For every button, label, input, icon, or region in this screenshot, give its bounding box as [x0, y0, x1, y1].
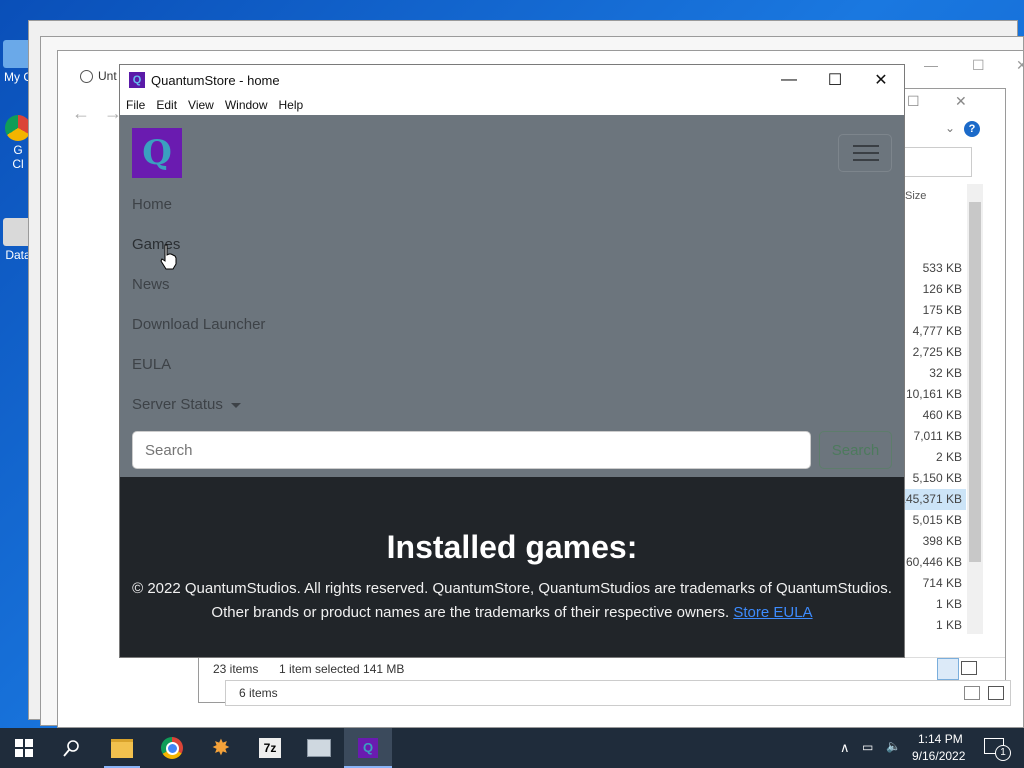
minimize-button[interactable]: —: [766, 65, 812, 95]
details-view-icon[interactable]: [964, 686, 980, 700]
hamburger-menu-button[interactable]: [838, 134, 892, 172]
address-field[interactable]: [904, 147, 972, 177]
maximize-button[interactable]: ☐: [812, 65, 858, 95]
menu-edit[interactable]: Edit: [156, 98, 177, 112]
quantumstore-icon: Q: [358, 738, 378, 758]
tab-title: Unt: [98, 69, 117, 83]
mouse-cursor-hand-icon: [160, 244, 177, 270]
status-bar-2: 6 items: [225, 680, 1011, 706]
status-item-count-2: 6 items: [239, 686, 278, 700]
nav-link-download-launcher[interactable]: Download Launcher: [132, 316, 265, 333]
search-taskbar-button[interactable]: [48, 728, 96, 768]
scrollbar-thumb[interactable]: [969, 202, 981, 562]
hamburger-line: [853, 152, 879, 154]
window-title: QuantumStore - home: [151, 72, 280, 88]
7zip-icon: 7z: [259, 738, 281, 758]
notification-count-badge: 1: [995, 745, 1011, 761]
server-status-dropdown[interactable]: Server Status: [132, 396, 241, 413]
chevron-down-icon[interactable]: ⌄: [945, 121, 955, 135]
close-icon[interactable]: ✕: [1016, 57, 1024, 74]
minimize-icon[interactable]: —: [924, 57, 938, 73]
taskbar: ✸ 7z Q ∧ ▭ 🔈 1:14 PM 9/16/2022 1: [0, 728, 1024, 768]
clock-time[interactable]: 1:14 PM: [918, 732, 963, 746]
logo-letter: Q: [142, 133, 172, 173]
network-app-taskbar-button[interactable]: [295, 728, 343, 768]
quantumstore-taskbar-button[interactable]: Q: [344, 728, 392, 768]
star-app-icon: ✸: [211, 735, 231, 760]
close-icon[interactable]: ✕: [955, 93, 967, 110]
search-icon: [63, 740, 79, 757]
chrome-taskbar-button[interactable]: [148, 728, 196, 768]
brand-logo[interactable]: Q: [132, 128, 182, 178]
chrome-icon: [161, 737, 183, 759]
app-icon: Q: [129, 72, 145, 88]
quantumstore-window: Q QuantumStore - home — ☐ ✕ File Edit Vi…: [119, 64, 905, 658]
search-input[interactable]: [132, 431, 811, 469]
caret-down-icon: [230, 402, 241, 408]
desktop-icon-label: Data: [5, 248, 31, 262]
desktop-icon-label: G Cl: [12, 143, 24, 171]
search-button[interactable]: Search: [819, 431, 892, 469]
title-bar[interactable]: Q QuantumStore - home — ☐ ✕: [120, 65, 904, 95]
globe-icon: [80, 70, 93, 83]
installed-games-heading: Installed games:: [386, 529, 638, 565]
start-button[interactable]: [0, 728, 48, 768]
size-column-header[interactable]: Size: [905, 190, 926, 202]
notification-center-button[interactable]: 1: [984, 738, 1011, 761]
volume-icon[interactable]: 🔈: [886, 739, 901, 753]
clock-date[interactable]: 9/16/2022: [912, 749, 965, 763]
photo-app-taskbar-button[interactable]: ✸: [197, 728, 245, 768]
details-view-icon[interactable]: [937, 658, 959, 680]
footer: © 2022 QuantumStudios. All rights reserv…: [130, 577, 894, 625]
status-item-count: 23 items: [213, 662, 259, 676]
back-arrow-icon[interactable]: ←: [72, 103, 90, 124]
status-bar: 23 items 1 item selected 141 MB: [199, 657, 1005, 680]
file-explorer-taskbar-button[interactable]: [98, 728, 146, 768]
help-icon[interactable]: ?: [964, 121, 980, 137]
maximize-icon[interactable]: ☐: [972, 57, 985, 74]
maximize-icon[interactable]: ☐: [907, 93, 920, 110]
menu-view[interactable]: View: [188, 98, 214, 112]
menu-file[interactable]: File: [126, 98, 145, 112]
store-eula-link[interactable]: Store EULA: [733, 604, 812, 621]
menu-help[interactable]: Help: [279, 98, 304, 112]
tiles-view-icon[interactable]: [961, 661, 977, 675]
navbar: Q Home Games News Download Launcher EULA…: [120, 115, 904, 477]
menu-bar: File Edit View Window Help: [120, 95, 904, 115]
tiles-view-icon[interactable]: [988, 686, 1004, 700]
status-selection: 1 item selected 141 MB: [279, 662, 405, 676]
folder-icon: [111, 738, 133, 758]
nav-link-news[interactable]: News: [132, 276, 170, 293]
scrollbar-track[interactable]: [967, 184, 983, 634]
close-button[interactable]: ✕: [858, 65, 904, 95]
network-icon[interactable]: ▭: [862, 740, 873, 754]
computer-network-icon: [307, 739, 331, 757]
nav-link-home[interactable]: Home: [132, 196, 172, 213]
server-status-label: Server Status: [132, 396, 223, 413]
nav-link-eula[interactable]: EULA: [132, 356, 171, 373]
hamburger-line: [853, 145, 879, 147]
windows-logo-icon: [15, 739, 33, 757]
hamburger-line: [853, 159, 879, 161]
show-hidden-icons-chevron-icon[interactable]: ∧: [840, 740, 850, 756]
menu-window[interactable]: Window: [225, 98, 268, 112]
7zip-taskbar-button[interactable]: 7z: [246, 728, 294, 768]
main-content: Installed games: © 2022 QuantumStudios. …: [120, 477, 904, 657]
